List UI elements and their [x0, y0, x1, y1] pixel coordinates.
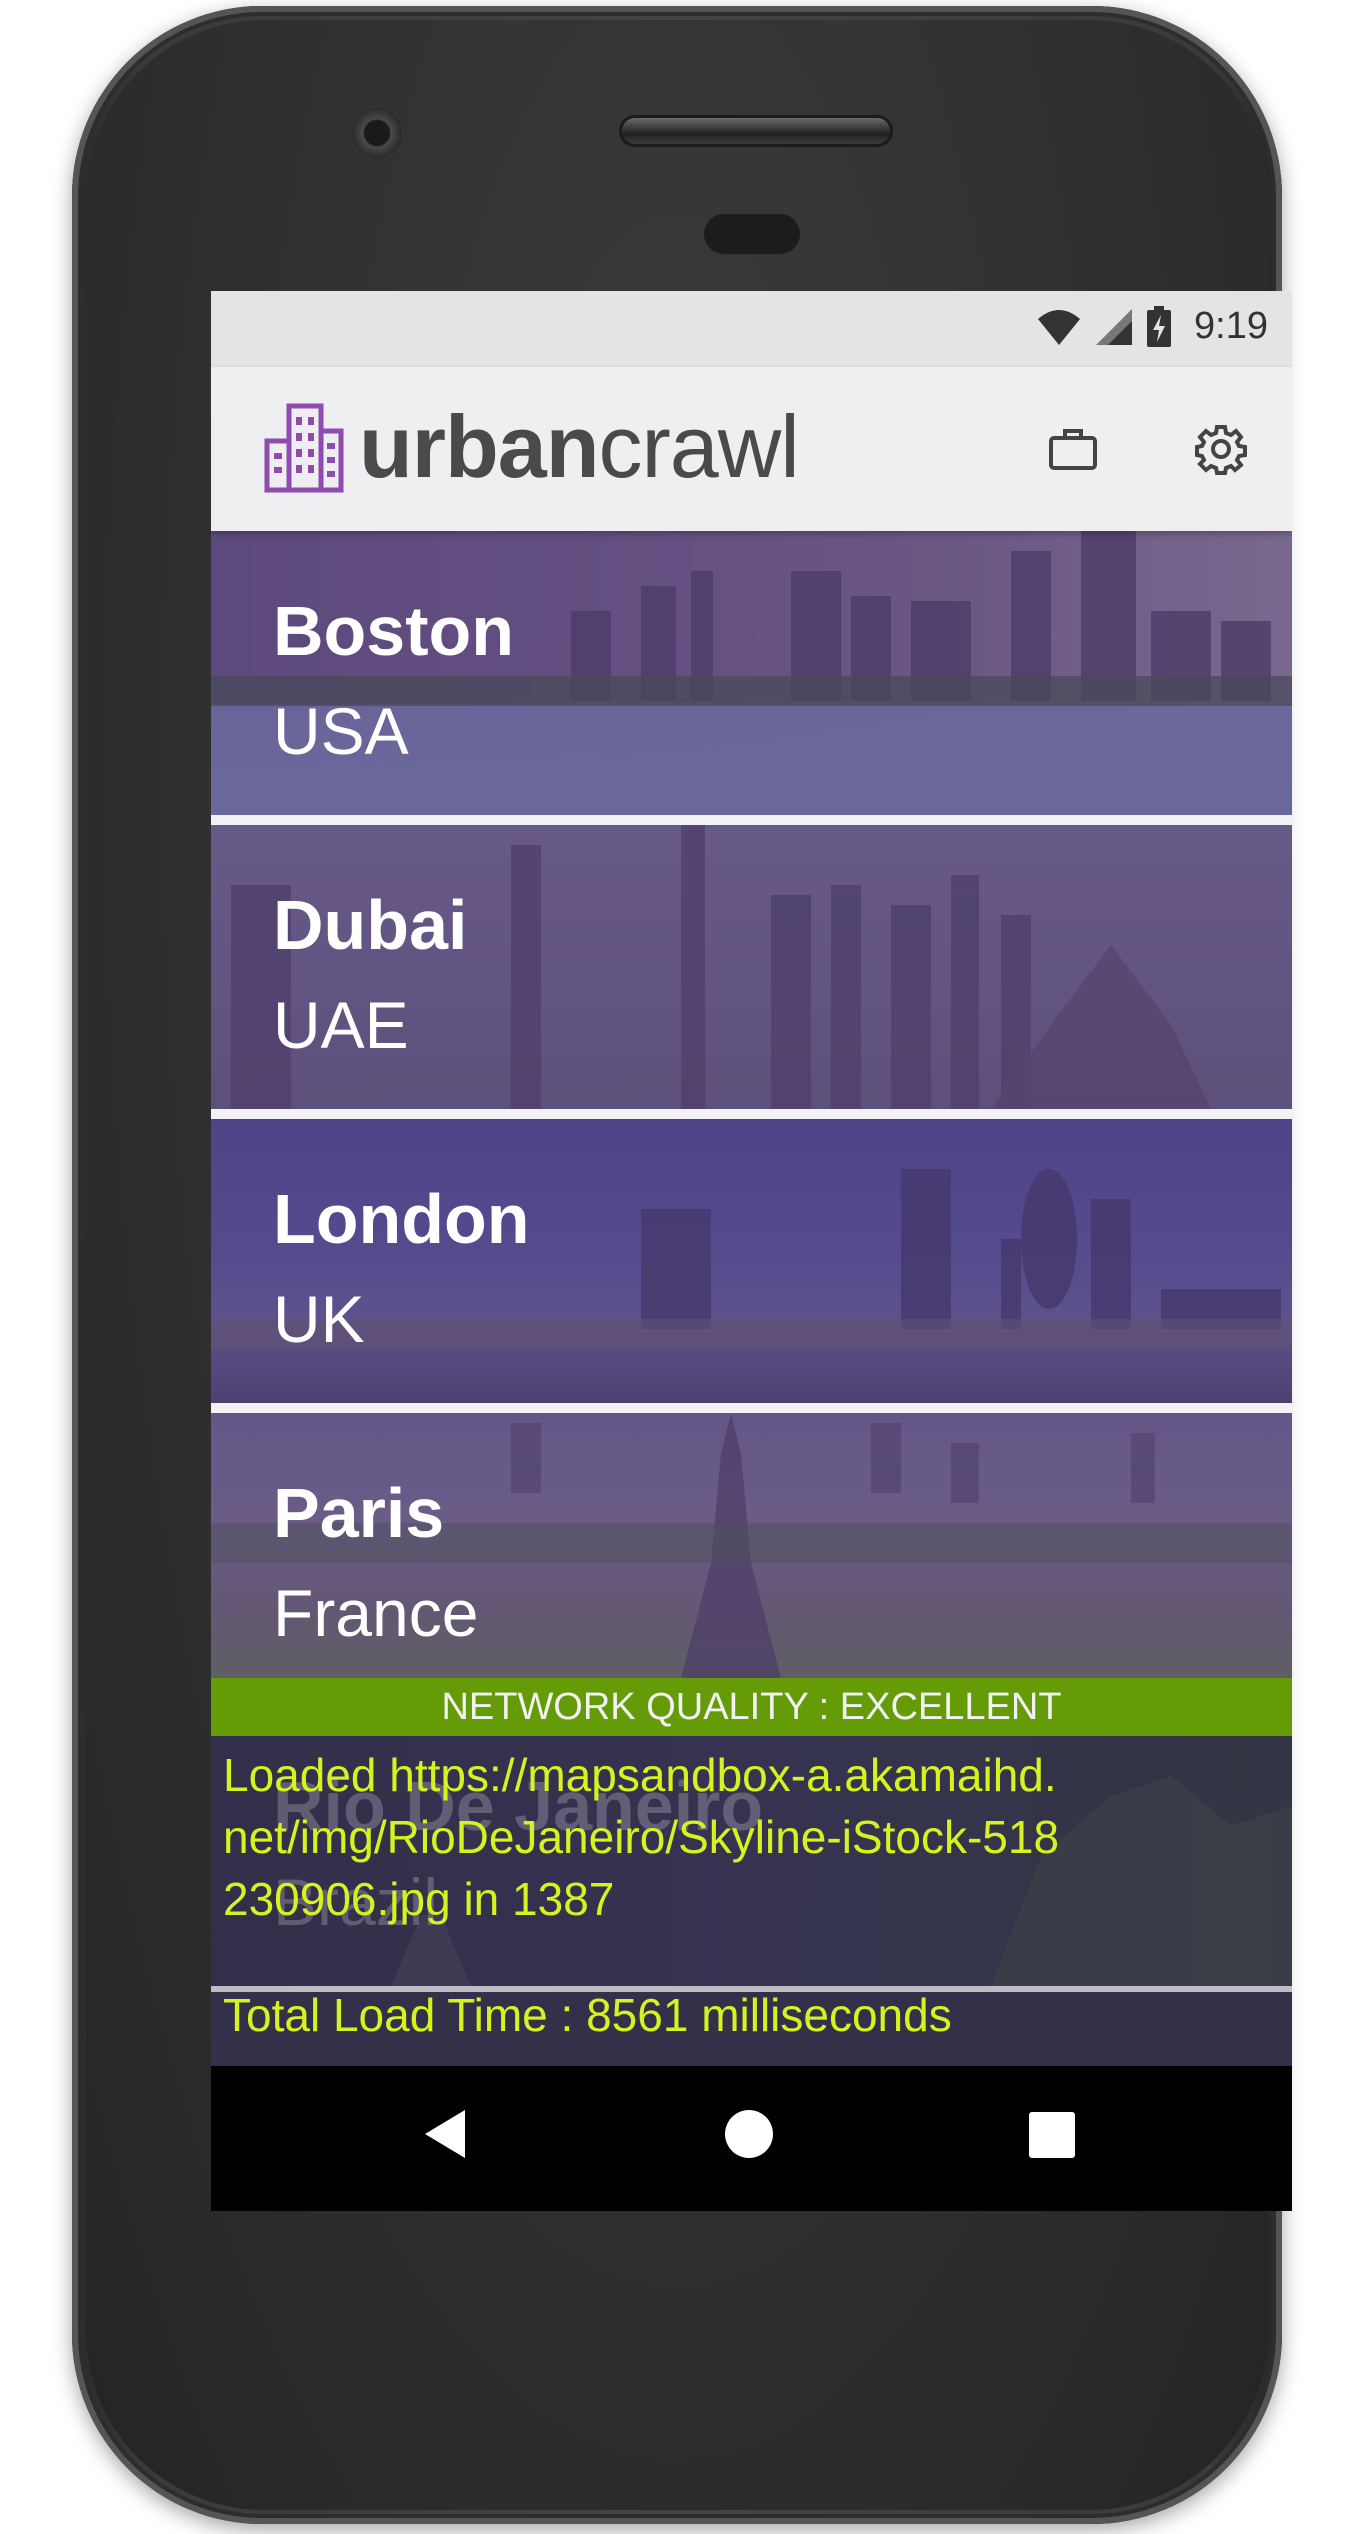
earpiece-speaker	[622, 118, 890, 144]
city-card-paris[interactable]: Paris France	[211, 1413, 1292, 1678]
city-tint	[211, 1119, 1292, 1403]
recents-icon	[1029, 2112, 1075, 2158]
proximity-sensor	[704, 214, 800, 254]
city-card-boston[interactable]: Boston USA	[211, 531, 1292, 815]
briefcase-button[interactable]	[1041, 417, 1105, 481]
network-quality-banner: NETWORK QUALITY : EXCELLENT	[211, 1678, 1292, 1736]
status-time: 9:19	[1194, 305, 1268, 347]
cellular-signal-icon	[1096, 308, 1133, 345]
city-tint	[211, 825, 1292, 1109]
screen: 9:19 urbancrawl Boston USA Dubai UAE Lon…	[211, 291, 1292, 2211]
city-name: Boston	[273, 592, 515, 670]
briefcase-icon	[1049, 429, 1097, 470]
list-divider	[211, 815, 1292, 825]
home-icon	[725, 2110, 773, 2158]
city-country: UK	[273, 1282, 365, 1356]
load-log-overlay: Rio De Janeiro Brazil Loaded https://map…	[211, 1736, 1292, 2066]
city-name: Paris	[273, 1474, 445, 1552]
app-title-light: crawl	[598, 397, 799, 496]
app-logo: urbancrawl	[263, 401, 800, 493]
wifi-icon	[1038, 309, 1081, 345]
home-button[interactable]	[723, 2108, 775, 2165]
battery-charging-icon	[1147, 305, 1172, 347]
front-camera	[352, 108, 402, 158]
buildings-logo-icon	[264, 403, 344, 493]
city-country: France	[273, 1576, 479, 1650]
back-icon	[425, 2110, 465, 2158]
loaded-log-text: Loaded https://mapsandbox-a.akamaihd.net…	[223, 1749, 1060, 1925]
app-bar: urbancrawl	[211, 367, 1292, 531]
city-country: USA	[273, 694, 409, 768]
city-country: UAE	[273, 988, 409, 1062]
status-bar: 9:19	[211, 291, 1292, 367]
app-title-bold: urban	[359, 397, 599, 496]
list-divider	[211, 1109, 1292, 1119]
city-name: Dubai	[273, 886, 468, 964]
city-card-london[interactable]: London UK	[211, 1119, 1292, 1403]
city-tint	[211, 531, 1292, 815]
city-card-dubai[interactable]: Dubai UAE	[211, 825, 1292, 1109]
recents-button[interactable]	[1029, 2112, 1075, 2163]
back-button[interactable]	[421, 2106, 469, 2167]
app-title: urbancrawl	[359, 403, 800, 491]
list-divider	[211, 1403, 1292, 1413]
phone-frame: 9:19 urbancrawl Boston USA Dubai UAE Lon…	[72, 6, 1292, 2524]
navigation-bar	[211, 2066, 1292, 2211]
total-load-time-text: Total Load Time : 8561 milliseconds	[223, 1989, 952, 2041]
settings-button[interactable]	[1189, 417, 1253, 481]
city-name: London	[273, 1180, 530, 1258]
gear-icon	[1195, 425, 1247, 475]
